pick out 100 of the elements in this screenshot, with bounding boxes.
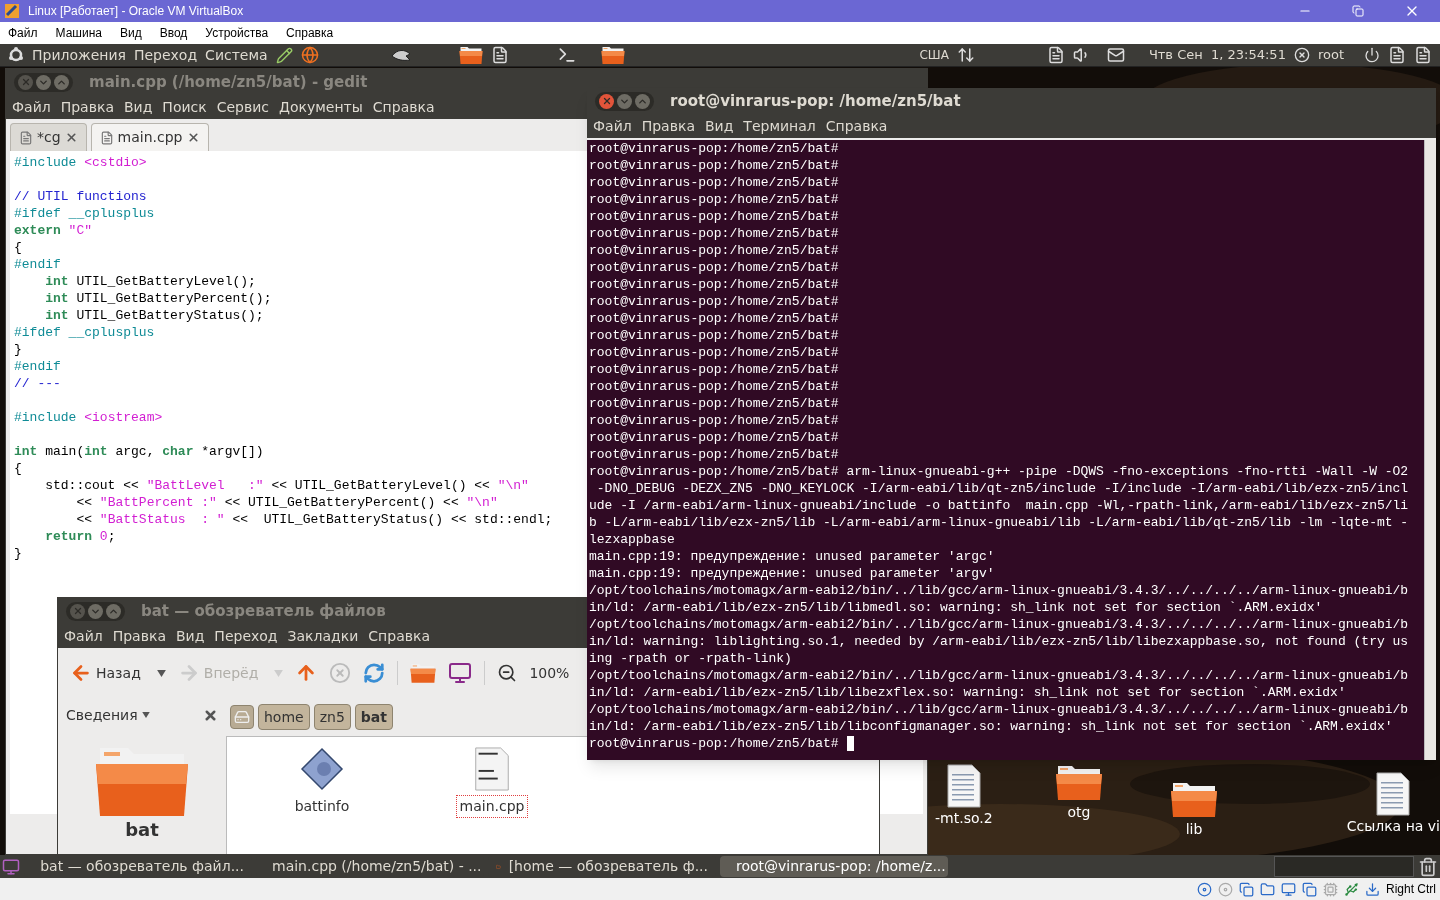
close-icon[interactable] <box>203 707 218 723</box>
menu-item[interactable]: Поиск <box>162 96 207 118</box>
code-line: int UTIL_GetBatteryLevel(); <box>44 273 256 290</box>
terminal-line: root@vinrarus-pop:/home/zn5/bat# <box>589 259 839 276</box>
menu-item[interactable]: Ввод <box>159 24 188 42</box>
terminal-line: root@vinrarus-pop:/home/zn5/bat# <box>589 344 839 361</box>
file-name[interactable]: battinfo <box>290 795 354 818</box>
menu-item[interactable]: Машина <box>55 24 102 42</box>
mail-icon[interactable] <box>1106 46 1125 64</box>
computer-icon[interactable] <box>448 661 473 685</box>
path-button[interactable]: zn5 <box>313 704 351 730</box>
clock[interactable]: Чтв Сен 1, 23:54:51 <box>1148 45 1286 65</box>
host-key: Right Ctrl <box>1386 880 1436 898</box>
panel-menu[interactable]: Система <box>205 44 268 66</box>
menu-item[interactable]: Справка <box>368 625 430 647</box>
drive-icon[interactable] <box>230 705 254 729</box>
menu-item[interactable]: Вид <box>119 24 142 42</box>
maximize-button[interactable] <box>106 603 121 619</box>
keyboard-layout[interactable]: США <box>919 46 949 64</box>
desktop-icon-label[interactable]: -mt.so.2 <box>935 808 993 829</box>
document-icon[interactable] <box>1046 46 1065 64</box>
editor-tab[interactable]: *cg <box>10 123 87 151</box>
terminal-line: /opt/toolchains/motomagx/arm-eabi2/bin/../lib/gcc/arm-linux-gnueabi/3.4.3/../../../../arm-linux-gnueabi/b <box>589 616 1409 633</box>
fish-icon[interactable] <box>390 47 411 63</box>
sidebar-title[interactable]: Сведения <box>66 704 138 726</box>
user-status-icon[interactable] <box>1293 47 1310 63</box>
document-icon[interactable] <box>1414 46 1432 64</box>
terminal-line: root@vinrarus-pop:/home/zn5/bat# arm-linux-gnueabi-g++ -pipe -DQWS -fno-exceptions -fno-rtti -Wall -W -O2 <box>589 463 1409 480</box>
close-icon[interactable] <box>64 131 78 144</box>
file-name[interactable]: main.cpp <box>455 795 529 818</box>
panel-menu[interactable]: Приложения <box>32 44 126 66</box>
usb-icon[interactable] <box>1344 881 1359 897</box>
user-name[interactable]: root <box>1317 45 1344 65</box>
menu-item[interactable]: Вид <box>704 115 734 137</box>
close-button[interactable] <box>599 93 614 109</box>
close-icon[interactable] <box>186 131 200 144</box>
menu-item[interactable]: Справка <box>825 115 888 137</box>
menu-item[interactable]: Справка <box>286 24 334 42</box>
code-line: return 0; <box>44 528 116 545</box>
terminal-line: root@vinrarus-pop:/home/zn5/bat# <box>589 361 839 378</box>
terminal-line: root@vinrarus-pop:/home/zn5/bat# <box>589 157 839 174</box>
zoom-out-icon[interactable] <box>497 663 518 683</box>
caret-icon[interactable] <box>141 712 150 718</box>
menu-item[interactable]: Правка <box>60 96 114 118</box>
menu-item[interactable]: Вид <box>123 96 153 118</box>
scrollbar[interactable] <box>1424 140 1436 760</box>
maximize-button[interactable] <box>635 93 650 109</box>
menu-item[interactable]: Правка <box>641 115 695 137</box>
menu-item[interactable]: Файл <box>8 24 38 42</box>
folder-icon <box>458 45 483 65</box>
menu-item[interactable]: Файл <box>593 115 632 137</box>
terminal-line: root@vinrarus-pop:/home/zn5/bat# <box>589 208 839 225</box>
power-icon[interactable] <box>1364 47 1380 63</box>
document-icon[interactable] <box>490 46 509 64</box>
logo-icon[interactable] <box>8 47 24 63</box>
path-button[interactable]: bat <box>354 704 393 730</box>
minimize-button[interactable] <box>88 603 103 619</box>
menu-item[interactable]: Файл <box>64 625 103 647</box>
taskbar-button[interactable]: root@vinrarus-pop: /home/z... <box>720 856 948 877</box>
desktop-icon-label[interactable]: Ссылка на vi <box>1346 816 1440 837</box>
menu-item[interactable]: Файл <box>12 96 51 118</box>
reload-icon[interactable] <box>363 662 386 684</box>
restore-icon[interactable] <box>1352 5 1364 17</box>
menu-item[interactable]: Документы <box>279 96 363 118</box>
pencil-icon[interactable] <box>275 46 293 64</box>
disc-icon[interactable] <box>1197 881 1212 897</box>
menu-item[interactable]: Переход <box>214 625 278 647</box>
trash-icon[interactable] <box>1418 856 1438 877</box>
menu-item[interactable]: Терминал <box>743 115 816 137</box>
terminal-line: root@vinrarus-pop:/home/zn5/bat# <box>589 293 839 310</box>
executable-icon[interactable] <box>300 747 344 791</box>
code-line: #include <cstdio> <box>14 154 147 171</box>
menu-item[interactable]: Сервис <box>216 96 270 118</box>
menu-item[interactable]: Устройства <box>205 24 269 42</box>
workspace-switcher[interactable] <box>1274 856 1414 877</box>
windows-icon[interactable] <box>1302 881 1317 897</box>
menu-item[interactable]: Справка <box>372 96 435 118</box>
menu-item[interactable]: Закладки <box>287 625 359 647</box>
menu-item[interactable]: Вид <box>175 625 205 647</box>
maximize-button[interactable] <box>54 74 69 90</box>
panel-menu[interactable]: Переход <box>133 44 198 66</box>
document-icon[interactable] <box>1388 46 1406 64</box>
code-line: } <box>14 545 22 562</box>
document-icon <box>1375 772 1412 816</box>
folder-icon[interactable] <box>1260 881 1275 897</box>
source-file-icon[interactable] <box>474 747 510 791</box>
minimize-button[interactable] <box>36 74 51 90</box>
display-icon[interactable] <box>1281 881 1296 897</box>
path-button[interactable]: home <box>258 704 310 730</box>
minimize-button[interactable] <box>617 93 632 109</box>
back-button[interactable]: Назад <box>70 662 166 684</box>
editor-tab[interactable]: main.cpp <box>90 123 209 151</box>
show-desktop-icon[interactable] <box>2 857 20 876</box>
terminal-line: root@vinrarus-pop:/home/zn5/bat# <box>589 446 839 463</box>
caret-icon[interactable] <box>156 669 166 677</box>
desktop-icon-label[interactable]: lib <box>1185 819 1203 840</box>
code-line: int main(int argc, char *argv[]) <box>14 443 264 460</box>
desktop-icon-label[interactable]: otg <box>1067 802 1091 823</box>
download-icon[interactable] <box>1365 881 1380 897</box>
menu-item[interactable]: Правка <box>112 625 166 647</box>
